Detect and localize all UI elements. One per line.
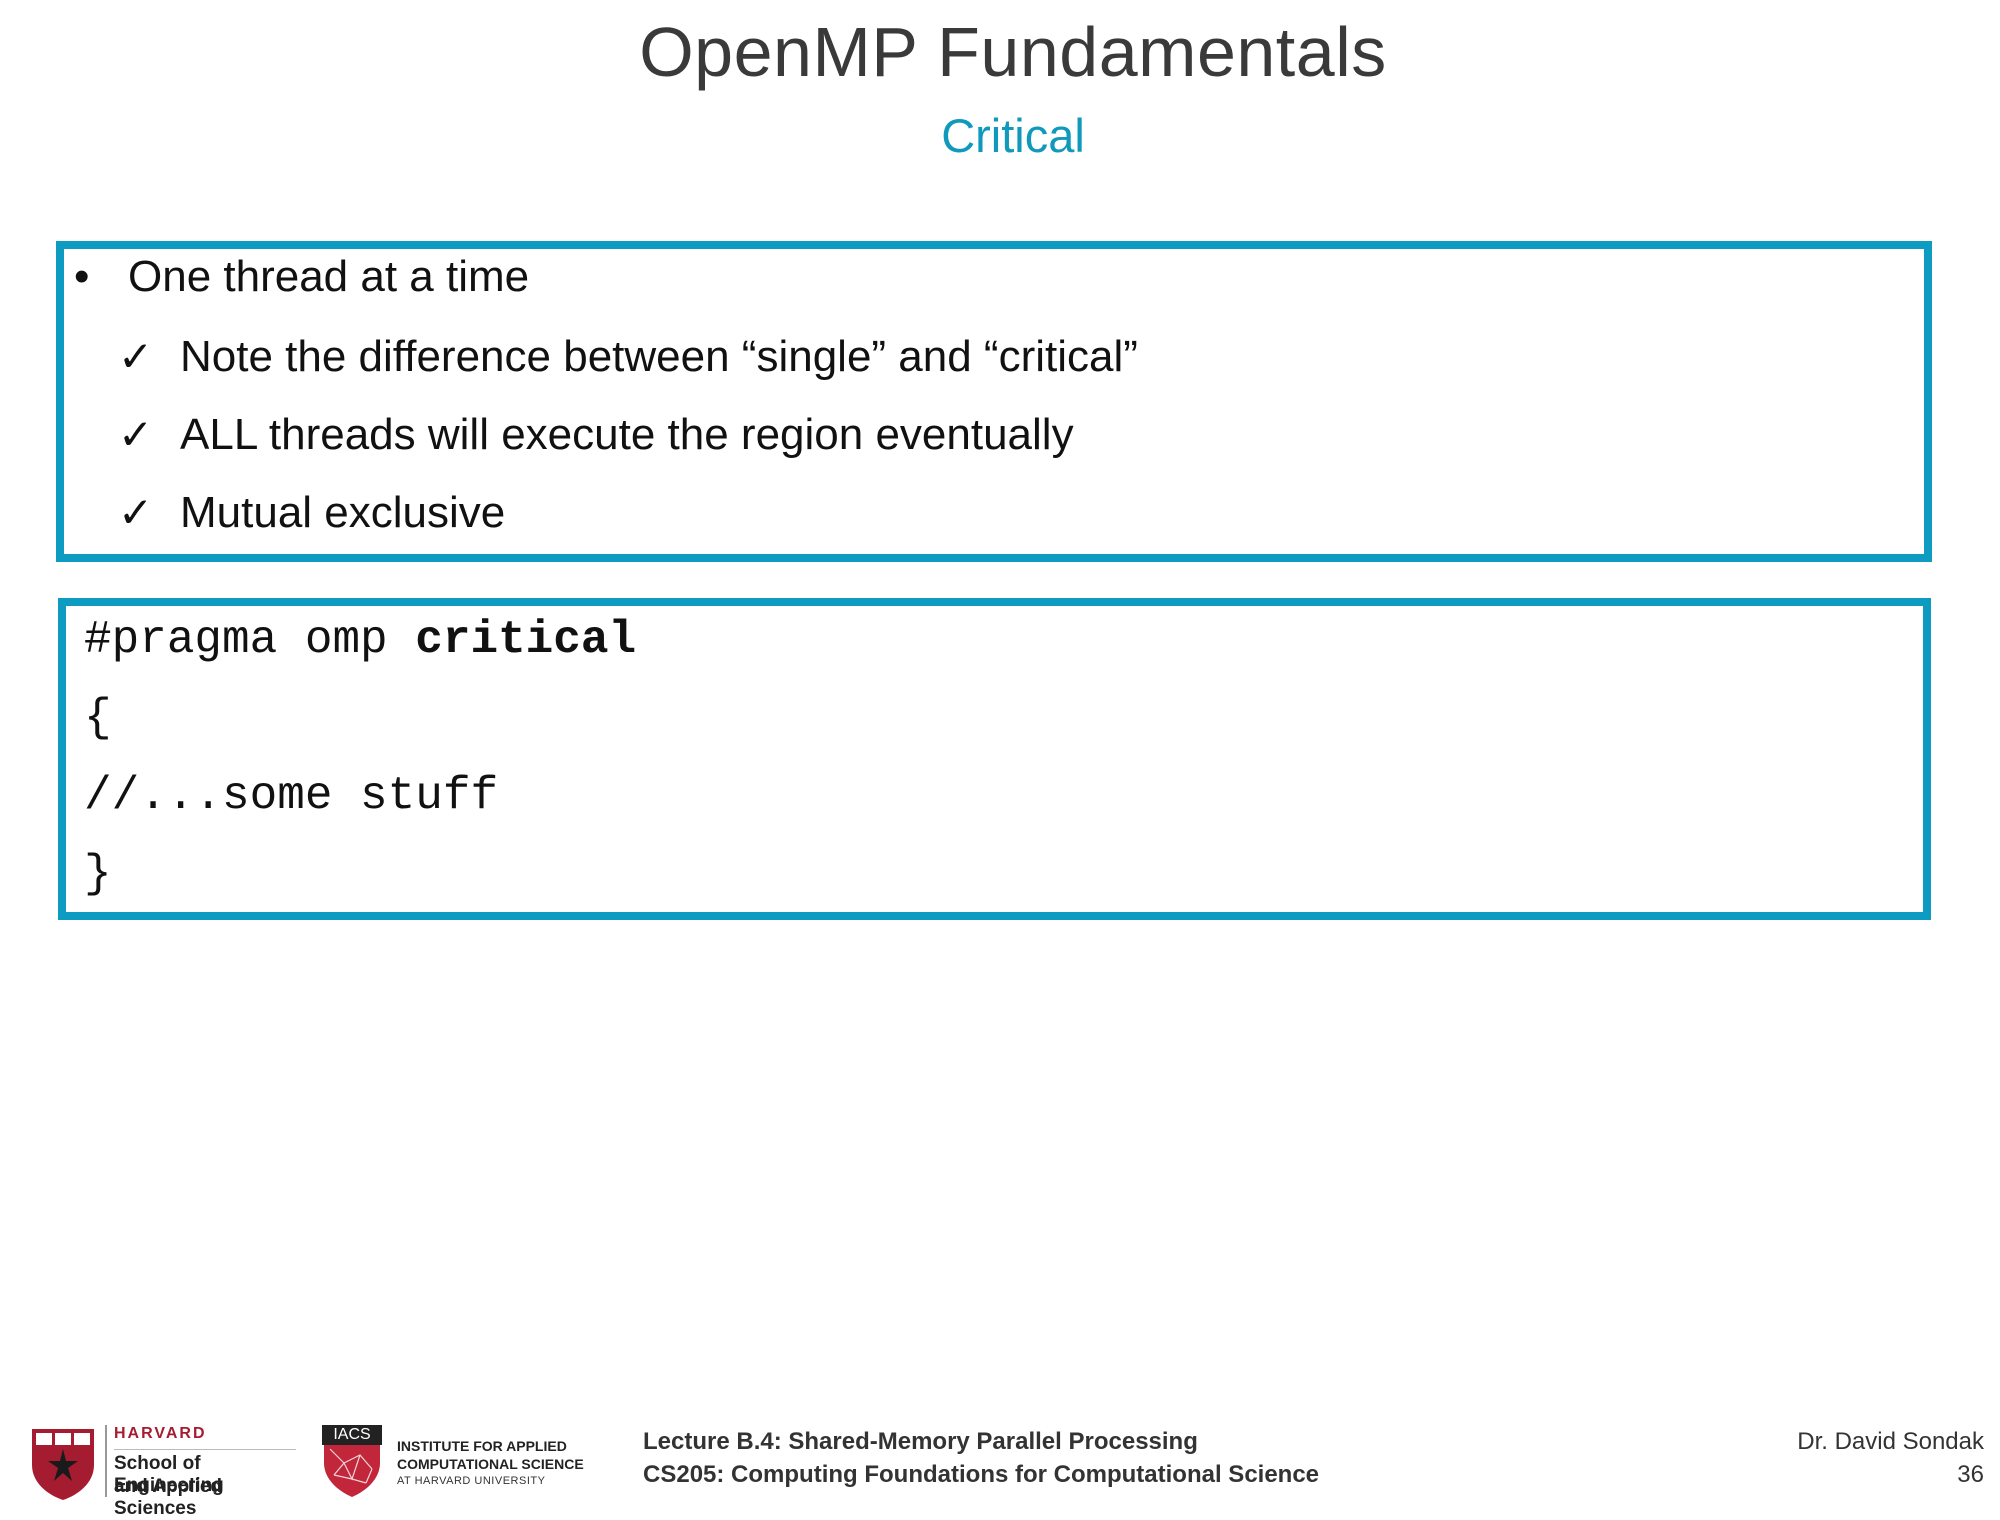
sub-bullet: ✓ ALL threads will execute the region eve… [118, 410, 1074, 460]
checkmark-icon: ✓ [118, 333, 154, 380]
footer-author: Dr. David Sondak [1797, 1428, 1984, 1455]
sub-bullet: ✓ Note the difference between “single” an… [118, 332, 1138, 382]
slide-subtitle: Critical [941, 109, 1085, 162]
code-pragma: #pragma omp [84, 614, 416, 666]
sub-bullet-text: ALL threads will execute the region even… [180, 410, 1074, 459]
iacs-shield-icon: IACS [322, 1425, 382, 1497]
page-number: 36 [1957, 1461, 1984, 1488]
harvard-shield-icon [32, 1429, 94, 1500]
checkmark-icon: ✓ [118, 489, 154, 536]
iacs-line3: AT HARVARD UNIVERSITY [397, 1475, 546, 1487]
sub-bullet-text: Note the difference between “single” and… [180, 332, 1138, 381]
code-line: #pragma omp critical [84, 614, 636, 666]
harvard-seas-logo: HARVARD School of Engineering and Applie… [28, 1425, 296, 1519]
slide-title: OpenMP Fundamentals [639, 13, 1387, 91]
iacs-badge: IACS [322, 1425, 382, 1445]
sub-bullet: ✓ Mutual exclusive [118, 488, 505, 538]
harvard-name: HARVARD [114, 1425, 207, 1442]
bullet-icon: • [74, 252, 90, 301]
footer-course: CS205: Computing Foundations for Computa… [643, 1461, 1320, 1488]
main-bullet: • One thread at a time [74, 252, 529, 302]
code-line: //...some stuff [84, 770, 499, 822]
iacs-logo: IACS INSTITUTE FOR APPLIED COMPUTATIONAL… [322, 1425, 604, 1497]
footer-lecture: Lecture B.4: Shared-Memory Parallel Proc… [643, 1428, 1198, 1455]
iacs-line1: INSTITUTE FOR APPLIED [397, 1438, 567, 1454]
harvard-seas-line2: and Applied Sciences [114, 1476, 223, 1519]
code-line: } [84, 848, 112, 900]
sub-bullet-text: Mutual exclusive [180, 488, 506, 537]
code-line: { [84, 692, 112, 744]
code-keyword: critical [415, 614, 637, 666]
main-bullet-text: One thread at a time [128, 252, 530, 301]
iacs-line2: COMPUTATIONAL SCIENCE [397, 1456, 584, 1472]
checkmark-icon: ✓ [118, 411, 154, 458]
